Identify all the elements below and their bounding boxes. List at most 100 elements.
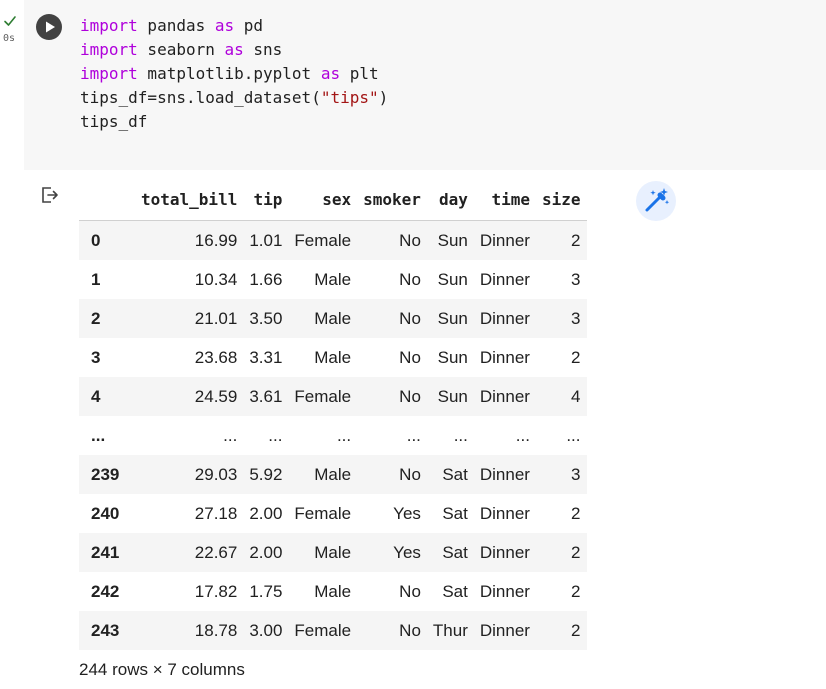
table-cell: Female (294, 386, 352, 406)
row-index: 240 (91, 503, 120, 523)
row-index: 3 (91, 347, 101, 367)
table-cell: 27.18 (194, 503, 238, 523)
table-cell: No (399, 269, 421, 289)
row-index: 4 (91, 386, 101, 406)
table-cell: Dinner (479, 386, 530, 406)
table-cell: Dinner (479, 347, 530, 367)
table-cell: No (399, 464, 421, 484)
code-keyword: as (224, 40, 244, 59)
column-header-sex: sex (288, 180, 358, 221)
table-cell: 18.78 (194, 620, 238, 640)
table-row: 0 16.99 1.01 Female No Sun Dinner 2 (79, 220, 587, 260)
table-row: 240 27.18 2.00 Female Yes Sat Dinner 2 (79, 494, 587, 533)
row-index: 1 (91, 269, 101, 289)
column-header-smoker: smoker (357, 180, 427, 221)
table-row: 1 10.34 1.66 Male No Sun Dinner 3 (79, 260, 587, 299)
code-token: ) (378, 88, 389, 107)
table-cell: Male (314, 581, 352, 601)
code-token: seaborn (137, 40, 225, 59)
code-keyword: import (80, 16, 138, 35)
code-line: tips_df (80, 110, 388, 134)
table-cell: 2 (571, 347, 581, 367)
table-cell: Dinner (479, 503, 530, 523)
table-cell: 2.00 (249, 503, 283, 523)
table-cell: Sat (442, 542, 468, 562)
table-cell: 10.34 (194, 269, 238, 289)
code-editor[interactable]: import pandas as pd import seaborn as sns… (80, 14, 388, 134)
table-cell: Sat (442, 581, 468, 601)
table-cell: 29.03 (194, 464, 238, 484)
table-cell: Sun (437, 269, 468, 289)
table-cell: 1.01 (249, 230, 283, 250)
magic-wand-button[interactable] (636, 181, 676, 221)
table-cell: ... (453, 425, 468, 445)
row-index: 0 (91, 230, 101, 250)
table-cell: 3 (571, 464, 581, 484)
table-row: 241 22.67 2.00 Male Yes Sat Dinner 2 (79, 533, 587, 572)
row-index: 241 (91, 542, 120, 562)
table-cell: Dinner (479, 542, 530, 562)
row-index: 242 (91, 581, 120, 601)
code-keyword: import (80, 40, 138, 59)
table-cell: Female (294, 503, 352, 523)
row-index: 2 (91, 308, 101, 328)
table-cell: ... (223, 425, 238, 445)
column-header-day: day (426, 180, 474, 221)
table-cell: Yes (393, 542, 421, 562)
table-cell: 2 (571, 230, 581, 250)
code-token: pd (234, 16, 264, 35)
code-token: tips_df=sns.load_dataset( (80, 88, 321, 107)
column-header-total-bill: total_bill (135, 180, 244, 221)
table-cell: Sun (437, 308, 468, 328)
magic-wand-icon (645, 188, 670, 212)
table-cell: 22.67 (194, 542, 238, 562)
code-token: plt (340, 64, 379, 83)
cell-gutter: 0s (0, 0, 24, 170)
table-cell: Sat (442, 503, 468, 523)
table-cell: No (399, 347, 421, 367)
table-cell: Dinner (479, 230, 530, 250)
table-cell: 23.68 (194, 347, 238, 367)
table-cell: Female (294, 230, 352, 250)
table-cell: 16.99 (194, 230, 238, 250)
table-cell: 1.66 (249, 269, 283, 289)
table-cell: Sat (442, 464, 468, 484)
dataframe-table: total_bill tip sex smoker day time size 0 16.99… (79, 180, 587, 650)
table-row: 243 18.78 3.00 Female No Thur Dinner 2 (79, 611, 587, 650)
table-cell: Male (314, 464, 352, 484)
column-header-time: time (473, 180, 536, 221)
table-cell: 2 (571, 503, 581, 523)
table-cell: 3.50 (249, 308, 283, 328)
run-cell-button[interactable] (36, 14, 62, 40)
index-header (79, 180, 135, 221)
table-cell: No (399, 308, 421, 328)
table-cell: ... (566, 425, 581, 445)
table-row: 239 29.03 5.92 Male No Sat Dinner 3 (79, 455, 587, 494)
table-row: 4 24.59 3.61 Female No Sun Dinner 4 (79, 377, 587, 416)
table-body: 0 16.99 1.01 Female No Sun Dinner 2 1 10.34 1.66 Ma… (79, 220, 587, 650)
output-redirect-icon[interactable] (40, 185, 60, 205)
code-line: tips_df=sns.load_dataset("tips") (80, 86, 388, 110)
table-cell: ... (336, 425, 352, 445)
code-token: sns (243, 40, 283, 59)
column-header-size: size (535, 180, 587, 221)
table-cell: 3.61 (249, 386, 283, 406)
table-cell: Male (314, 542, 352, 562)
table-cell: Sun (437, 347, 468, 367)
table-row: ........................ (79, 416, 587, 455)
table-cell: Male (314, 347, 352, 367)
table-cell: 3 (571, 269, 581, 289)
table-cell: Yes (393, 503, 421, 523)
code-token: matplotlib.pyplot (137, 64, 321, 83)
code-token: pandas (137, 16, 215, 35)
row-index: 239 (91, 464, 120, 484)
table-cell: Sun (437, 386, 468, 406)
code-cell[interactable]: import pandas as pd import seaborn as sns… (24, 0, 826, 170)
table-cell: 3.00 (249, 620, 283, 640)
run-time: 0s (3, 33, 16, 44)
table-cell: No (399, 230, 421, 250)
table-cell: 2.00 (249, 542, 283, 562)
table-cell: 5.92 (249, 464, 283, 484)
table-cell: Thur (432, 620, 468, 640)
table-cell: 2 (571, 581, 581, 601)
